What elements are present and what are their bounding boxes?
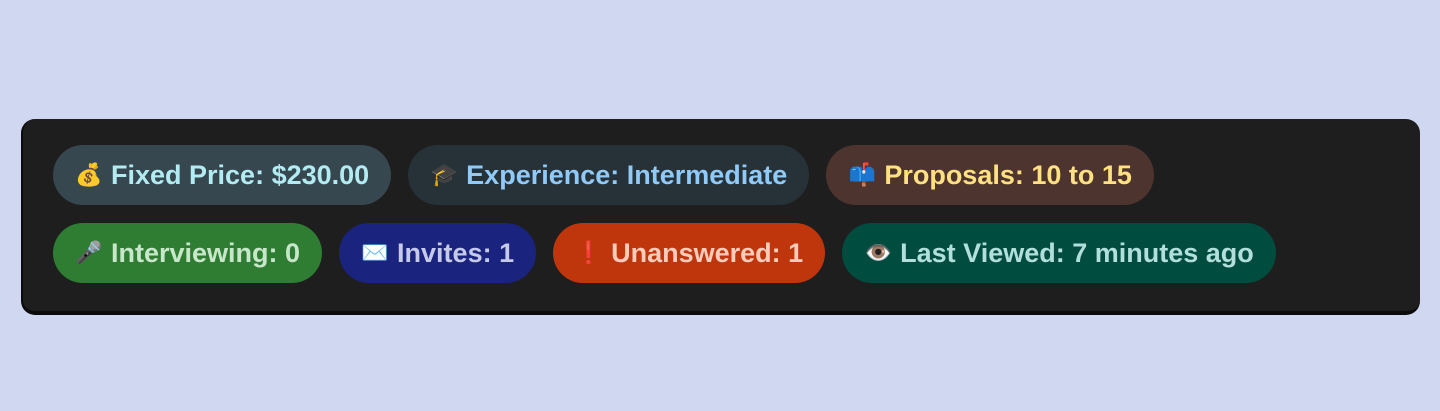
microphone-icon: 🎤 [75,240,103,265]
job-stats-panel: 💰 Fixed Price: $230.00 🎓 Experience: Int… [21,119,1420,315]
fixed-price-chip: 💰 Fixed Price: $230.00 [53,145,392,205]
proposals-chip: 📫 Proposals: 10 to 15 [826,145,1154,205]
interviewing-chip: 🎤 Interviewing: 0 [53,223,323,283]
last-viewed-chip: 👁️ Last Viewed: 7 minutes ago [842,223,1276,283]
graduation-cap-icon: 🎓 [430,162,458,187]
chips-row-1: 💰 Fixed Price: $230.00 🎓 Experience: Int… [53,145,1390,205]
eye-icon: 👁️ [864,240,892,265]
invites-label: Invites: 1 [397,237,515,268]
exclamation-icon: ❗ [575,240,603,265]
chips-row-2: 🎤 Interviewing: 0 ✉️ Invites: 1 ❗ Unansw… [53,223,1390,283]
mailbox-icon: 📫 [848,162,877,187]
interviewing-label: Interviewing: 0 [111,237,301,268]
invites-chip: ✉️ Invites: 1 [339,223,537,283]
last-viewed-label: Last Viewed: 7 minutes ago [900,237,1254,268]
experience-label: Experience: Intermediate [466,159,788,190]
envelope-icon: ✉️ [361,240,389,265]
money-bag-icon: 💰 [75,162,103,187]
unanswered-label: Unanswered: 1 [611,237,804,268]
experience-chip: 🎓 Experience: Intermediate [408,145,810,205]
proposals-label: Proposals: 10 to 15 [884,159,1132,190]
fixed-price-label: Fixed Price: $230.00 [111,159,370,190]
unanswered-chip: ❗ Unanswered: 1 [553,223,826,283]
